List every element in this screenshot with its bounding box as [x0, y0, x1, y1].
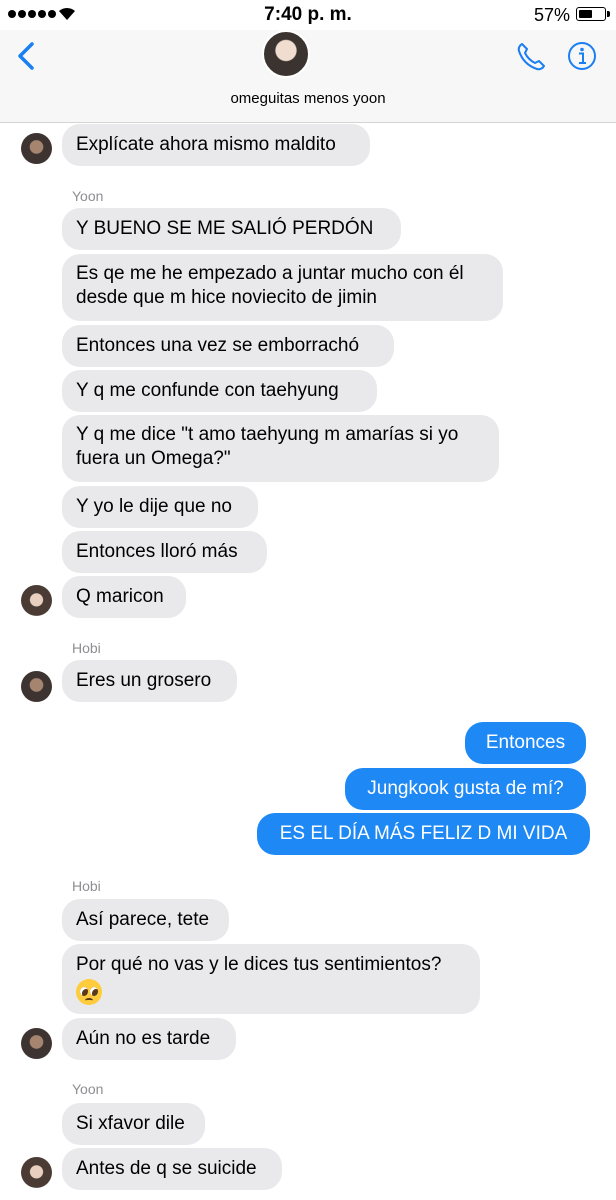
- message-text: Explícate ahora mismo maldito: [76, 134, 336, 155]
- avatar: [21, 133, 52, 164]
- message-text: Entonces lloró más: [76, 541, 238, 562]
- sender-name: Yoon: [72, 1081, 104, 1097]
- message-bubble[interactable]: Aún no es tarde: [62, 1018, 236, 1060]
- message-bubble[interactable]: Entonces lloró más: [62, 531, 267, 573]
- status-time: 7:40 p. m.: [264, 4, 352, 25]
- battery-percentage: 57%: [533, 5, 570, 25]
- message-bubble[interactable]: Así parece, tete: [62, 899, 229, 941]
- sender-name: Yoon: [72, 188, 104, 204]
- avatar: [262, 30, 310, 78]
- message-bubble[interactable]: Eres un grosero: [62, 660, 237, 702]
- message-text: Jungkook gusta de mí?: [367, 778, 564, 799]
- info-button[interactable]: [566, 40, 598, 72]
- message-bubble-sent[interactable]: ES EL DÍA MÁS FELIZ D MI VIDA: [257, 813, 590, 855]
- message-text: Si xfavor dile: [76, 1113, 185, 1134]
- chevron-left-icon: [18, 42, 34, 70]
- message-bubble[interactable]: Antes de q se suicide: [62, 1148, 282, 1190]
- message-bubble[interactable]: Entonces una vez se emborrachó: [62, 325, 394, 367]
- back-button[interactable]: [12, 36, 46, 76]
- message-bubble[interactable]: Es qe me he empezado a juntar mucho con …: [62, 254, 503, 321]
- message-bubble[interactable]: Q maricon: [62, 576, 186, 618]
- message-text: Y yo le dije que no: [76, 496, 232, 517]
- avatar: [21, 585, 52, 616]
- message-text: Y q me confunde con taehyung: [76, 380, 339, 401]
- message-text: Entonces una vez se emborrachó: [76, 335, 360, 356]
- sender-name: Hobi: [72, 878, 101, 894]
- phone-icon: [517, 43, 545, 71]
- message-text: Es qe me he empezado a juntar mucho con …: [76, 263, 464, 308]
- message-bubble[interactable]: Explícate ahora mismo maldito: [62, 124, 370, 166]
- message-text: Por qué no vas y le dices tus sentimient…: [76, 954, 442, 975]
- message-bubble[interactable]: Y yo le dije que no: [62, 486, 258, 528]
- info-icon: [568, 42, 596, 70]
- message-text: Antes de q se suicide: [76, 1158, 257, 1179]
- message-bubble[interactable]: Y BUENO SE ME SALIÓ PERDÓN: [62, 208, 401, 250]
- status-bar: 7:40 p. m. 57%: [0, 0, 616, 30]
- message-bubble-sent[interactable]: Entonces: [465, 722, 586, 764]
- message-bubble[interactable]: Por qué no vas y le dices tus sentimient…: [62, 944, 480, 1014]
- message-text: Eres un grosero: [76, 670, 212, 691]
- message-text: Y BUENO SE ME SALIÓ PERDÓN: [76, 218, 374, 239]
- message-text: Y q me dice "t amo taehyung m amarías si…: [76, 424, 459, 469]
- avatar: [21, 1157, 52, 1188]
- message-text: Aún no es tarde: [76, 1028, 211, 1049]
- call-button[interactable]: [514, 40, 548, 74]
- message-text: ES EL DÍA MÁS FELIZ D MI VIDA: [279, 823, 568, 844]
- battery-icon: [576, 7, 610, 21]
- group-name[interactable]: omeguitas menos yoon: [0, 90, 616, 107]
- avatar: [21, 671, 52, 702]
- conversation-header: omeguitas menos yoon: [0, 30, 616, 123]
- avatar: [21, 1028, 52, 1059]
- message-bubble[interactable]: Y q me confunde con taehyung: [62, 370, 377, 412]
- sender-name: Hobi: [72, 640, 101, 656]
- message-bubble[interactable]: Y q me dice "t amo taehyung m amarías si…: [62, 415, 499, 482]
- pleading-face-emoji: [76, 979, 102, 1005]
- message-text: Así parece, tete: [76, 909, 210, 930]
- message-bubble-sent[interactable]: Jungkook gusta de mí?: [345, 768, 586, 810]
- group-avatars[interactable]: [262, 30, 354, 80]
- message-text: Q maricon: [76, 586, 164, 607]
- message-text: Entonces: [485, 732, 566, 753]
- avatar: [304, 30, 352, 78]
- message-bubble[interactable]: Si xfavor dile: [62, 1103, 205, 1145]
